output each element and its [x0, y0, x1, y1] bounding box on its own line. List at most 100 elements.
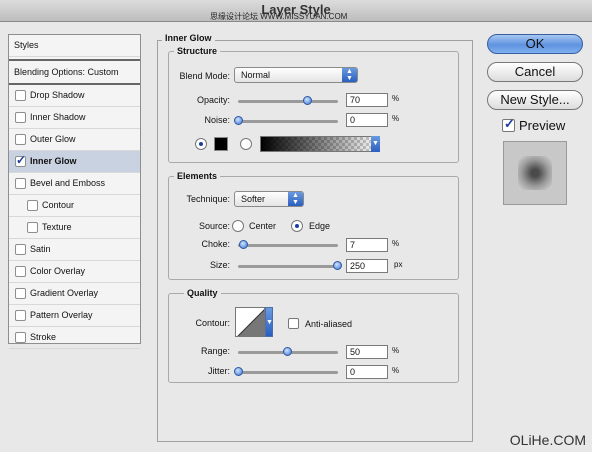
- sidebar-item-label: Texture: [42, 222, 72, 232]
- sidebar-item-label: Pattern Overlay: [30, 310, 93, 320]
- new-style-button[interactable]: New Style...: [487, 90, 583, 110]
- gradient-overlay-checkbox[interactable]: [15, 288, 26, 299]
- gradient-dropdown-icon: ▼: [371, 136, 380, 152]
- sidebar-item-label: Bevel and Emboss: [30, 178, 106, 188]
- size-slider-thumb[interactable]: [333, 261, 342, 270]
- jitter-slider[interactable]: [238, 371, 338, 374]
- contour-picker[interactable]: [235, 307, 265, 337]
- technique-select[interactable]: Softer ▲ ▼: [234, 191, 304, 207]
- color-overlay-checkbox[interactable]: [15, 266, 26, 277]
- stroke-checkbox[interactable]: [15, 332, 26, 343]
- sidebar-item-gradient-overlay[interactable]: Gradient Overlay: [9, 283, 140, 305]
- anti-aliased-checkbox[interactable]: [288, 318, 299, 329]
- noise-slider-thumb[interactable]: [234, 116, 243, 125]
- choke-slider-thumb[interactable]: [239, 240, 248, 249]
- contour-checkbox[interactable]: [27, 200, 38, 211]
- sidebar-item-texture[interactable]: Texture: [9, 217, 140, 239]
- sidebar-item-inner-shadow[interactable]: Inner Shadow: [9, 107, 140, 129]
- size-label: Size:: [209, 260, 230, 270]
- pattern-overlay-checkbox[interactable]: [15, 310, 26, 321]
- jitter-field[interactable]: 0: [346, 365, 388, 379]
- sidebar-item-label: Stroke: [30, 332, 57, 342]
- contour-curve-icon: [237, 309, 264, 336]
- styles-header[interactable]: Styles: [9, 35, 140, 57]
- outer-glow-checkbox[interactable]: [15, 134, 26, 145]
- range-slider-thumb[interactable]: [283, 347, 292, 356]
- satin-checkbox[interactable]: [15, 244, 26, 255]
- jitter-slider-thumb[interactable]: [234, 367, 243, 376]
- preview-checkbox[interactable]: [502, 116, 515, 132]
- styles-header-label: Styles: [14, 40, 39, 50]
- watermark-top: 思缘设计论坛 WWW.MISSYUAN.COM: [210, 12, 348, 21]
- gradient-radio[interactable]: [240, 138, 252, 150]
- glow-gradient-picker[interactable]: ▼: [260, 136, 380, 152]
- sidebar-item-color-overlay[interactable]: Color Overlay: [9, 261, 140, 283]
- contour-dropdown-icon[interactable]: ▼: [265, 307, 273, 337]
- sidebar-item-pattern-overlay[interactable]: Pattern Overlay: [9, 305, 140, 327]
- sidebar-item-label: Contour: [42, 200, 75, 210]
- choke-unit: %: [392, 239, 400, 248]
- sidebar-item-drop-shadow[interactable]: Drop Shadow: [9, 85, 140, 107]
- window-titlebar: Layer Style 思缘设计论坛 WWW.MISSYUAN.COM: [0, 0, 592, 22]
- texture-checkbox[interactable]: [27, 222, 38, 233]
- opacity-unit: %: [392, 94, 400, 103]
- opacity-field[interactable]: 70: [346, 93, 388, 107]
- blend-mode-label: Blend Mode:: [179, 71, 230, 81]
- jitter-label: Jitter:: [207, 366, 230, 376]
- sidebar-item-inner-glow[interactable]: Inner Glow: [9, 151, 140, 173]
- sidebar-item-label: Inner Glow: [30, 156, 77, 166]
- style-preview-thumbnail: [503, 141, 567, 205]
- anti-aliased-label: Anti-aliased: [305, 319, 353, 329]
- elements-label: Elements: [174, 171, 221, 181]
- source-edge-label: Edge: [309, 221, 331, 231]
- size-slider[interactable]: [238, 265, 338, 268]
- blend-mode-select[interactable]: Normal ▲ ▼: [234, 67, 358, 83]
- preview-swatch: [518, 156, 552, 190]
- source-edge-radio[interactable]: [291, 220, 303, 232]
- blending-options-label: Blending Options: Custom: [14, 67, 119, 77]
- sidebar-item-label: Inner Shadow: [30, 112, 86, 122]
- size-unit: px: [394, 260, 403, 269]
- styles-list: Styles Blending Options: Custom Drop Sha…: [8, 34, 141, 349]
- glow-color-swatch[interactable]: [214, 137, 228, 151]
- source-center-label: Center: [249, 221, 277, 231]
- blending-options-item[interactable]: Blending Options: Custom: [9, 59, 140, 85]
- solid-color-radio[interactable]: [195, 138, 207, 150]
- panel-title: Inner Glow: [162, 33, 215, 43]
- bevel-emboss-checkbox[interactable]: [15, 178, 26, 189]
- opacity-slider-thumb[interactable]: [303, 96, 312, 105]
- sidebar-item-label: Outer Glow: [30, 134, 76, 144]
- inner-glow-checkbox[interactable]: [15, 153, 26, 167]
- jitter-unit: %: [392, 366, 400, 375]
- range-label: Range:: [200, 346, 230, 356]
- size-field[interactable]: 250: [346, 259, 388, 273]
- watermark-bottom: OLiHe.COM: [509, 432, 586, 448]
- choke-field[interactable]: 7: [346, 238, 388, 252]
- sidebar-item-label: Gradient Overlay: [30, 288, 99, 298]
- noise-field[interactable]: 0: [346, 113, 388, 127]
- preview-label: Preview: [519, 118, 566, 133]
- cancel-button[interactable]: Cancel: [487, 62, 583, 82]
- source-label: Source:: [198, 221, 230, 231]
- technique-label: Technique:: [186, 194, 230, 204]
- source-center-radio[interactable]: [232, 220, 244, 232]
- sidebar-item-label: Color Overlay: [30, 266, 86, 276]
- noise-slider[interactable]: [238, 120, 338, 123]
- technique-value: Softer: [241, 194, 266, 204]
- sidebar-item-label: Satin: [30, 244, 51, 254]
- contour-label: Contour:: [195, 318, 230, 328]
- sidebar-item-contour[interactable]: Contour: [9, 195, 140, 217]
- drop-shadow-checkbox[interactable]: [15, 90, 26, 101]
- opacity-label: Opacity:: [196, 95, 230, 105]
- range-unit: %: [392, 346, 400, 355]
- opacity-slider[interactable]: [238, 100, 338, 103]
- sidebar-item-outer-glow[interactable]: Outer Glow: [9, 129, 140, 151]
- sidebar-item-stroke[interactable]: Stroke: [9, 327, 140, 349]
- inner-shadow-checkbox[interactable]: [15, 112, 26, 123]
- choke-slider[interactable]: [238, 244, 338, 247]
- sidebar-item-bevel-emboss[interactable]: Bevel and Emboss: [9, 173, 140, 195]
- sidebar-item-satin[interactable]: Satin: [9, 239, 140, 261]
- sidebar-item-label: Drop Shadow: [30, 90, 85, 100]
- ok-button[interactable]: OK: [487, 34, 583, 54]
- range-field[interactable]: 50: [346, 345, 388, 359]
